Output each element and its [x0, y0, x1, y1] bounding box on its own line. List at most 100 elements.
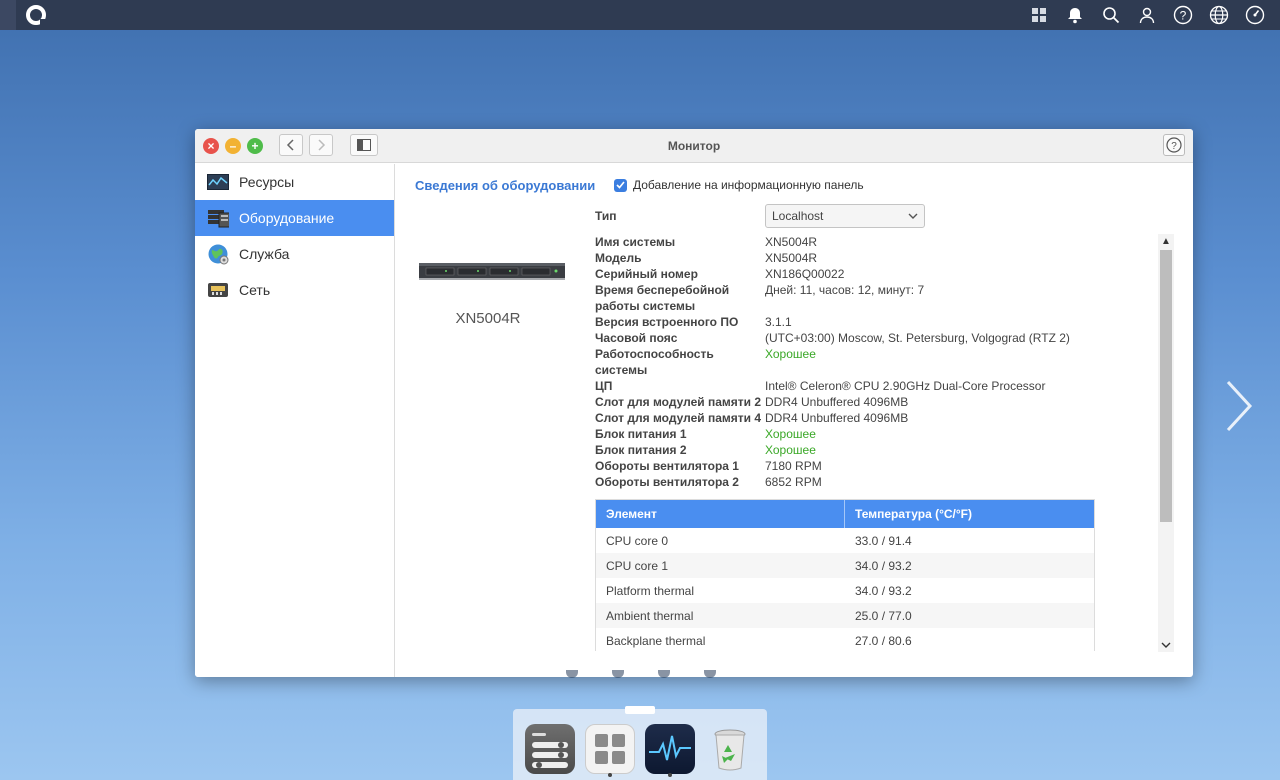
info-key: Время бесперебойной работы системы	[595, 282, 765, 314]
info-key-line: работы системы	[595, 299, 696, 313]
info-row: Имя системы XN5004R	[595, 234, 1155, 250]
info-key-line: ЦП	[595, 379, 613, 393]
sidebar-item-label: Сеть	[239, 282, 271, 298]
type-select[interactable]: Localhost	[765, 204, 925, 228]
help-icon[interactable]: ?	[1172, 4, 1194, 26]
window-titlebar[interactable]: × – + Монитор ?	[195, 129, 1193, 163]
type-row: Тип Localhost	[595, 204, 1155, 228]
search-icon[interactable]	[1100, 4, 1122, 26]
info-key-line: Работоспособность	[595, 347, 714, 361]
hardware-icon	[207, 208, 229, 228]
recycle-bin-icon[interactable]	[705, 724, 755, 774]
info-key-line: Имя системы	[595, 235, 676, 249]
info-row: ЦП Intel® Celeron® CPU 2.90GHz Dual-Core …	[595, 378, 1155, 394]
table-row[interactable]: CPU core 0 33.0 / 91.4	[596, 528, 1094, 553]
globe-icon[interactable]	[1208, 4, 1230, 26]
globe-service-icon	[207, 244, 229, 265]
dashboard-gauge-icon[interactable]	[1244, 4, 1266, 26]
temperature-cell: 34.0 / 93.2	[855, 558, 912, 573]
sidebar-item-label: Оборудование	[239, 210, 335, 226]
info-key: Имя системы	[595, 234, 765, 250]
info-key: Обороты вентилятора 2	[595, 474, 765, 490]
info-value: DDR4 Unbuffered 4096MB	[765, 411, 909, 425]
element-cell: Platform thermal	[606, 583, 695, 598]
info-value: Intel® Celeron® CPU 2.90GHz Dual-Core Pr…	[765, 379, 1046, 393]
sidebar: Ресурсы Оборудование Служба Сеть	[195, 164, 395, 677]
info-key: Блок питания 2	[595, 442, 765, 458]
column-header-temperature[interactable]: Температура (°C/°F)	[845, 507, 972, 521]
info-key-line: Версия встроенного ПО	[595, 315, 739, 329]
table-row[interactable]: CPU core 1 34.0 / 93.2	[596, 553, 1094, 578]
sidebar-item-resources[interactable]: Ресурсы	[195, 164, 394, 200]
element-cell: Backplane thermal	[606, 633, 706, 648]
info-row: Обороты вентилятора 2 6852 RPM	[595, 474, 1155, 490]
table-header: Элемент Температура (°C/°F)	[596, 500, 1094, 528]
user-icon[interactable]	[1136, 4, 1158, 26]
chevron-down-icon	[908, 213, 918, 219]
scrollbar-thumb[interactable]	[1160, 250, 1172, 522]
info-key: Обороты вентилятора 1	[595, 458, 765, 474]
temperature-cell: 33.0 / 91.4	[855, 533, 912, 548]
info-row: Серийный номер XN186Q00022	[595, 266, 1155, 282]
info-row: Слот для модулей памяти 2 DDR4 Unbuffered…	[595, 394, 1155, 410]
monitor-icon[interactable]	[645, 724, 695, 774]
rack-server-image	[419, 263, 565, 280]
temperature-cell: 27.0 / 80.6	[855, 633, 912, 648]
scroll-down-icon[interactable]	[1158, 638, 1174, 652]
info-key: Слот для модулей памяти 4	[595, 410, 765, 426]
type-select-value: Localhost	[772, 209, 824, 223]
chart-line-icon	[207, 172, 229, 192]
dock	[513, 706, 767, 780]
info-key: Работоспособность системы	[595, 346, 765, 378]
page-dot[interactable]	[658, 670, 670, 678]
info-row: Слот для модулей памяти 4 DDR4 Unbuffered…	[595, 410, 1155, 426]
info-key: ЦП	[595, 378, 765, 394]
scroll-up-icon[interactable]: ▲	[1158, 234, 1174, 248]
sidebar-item-hardware[interactable]: Оборудование	[195, 200, 394, 236]
table-row[interactable]: Platform thermal 34.0 / 93.2	[596, 578, 1094, 603]
info-key-line: Обороты вентилятора 1	[595, 459, 739, 473]
column-header-element[interactable]: Элемент	[596, 500, 845, 528]
network-icon	[207, 280, 229, 300]
element-cell: CPU core 0	[606, 533, 669, 548]
info-key: Серийный номер	[595, 266, 765, 282]
next-desktop-chevron-icon[interactable]	[1222, 378, 1254, 434]
dock-handle[interactable]	[625, 706, 655, 714]
control-panel-icon[interactable]	[525, 724, 575, 774]
page-dot[interactable]	[612, 670, 624, 678]
main-menu-logo-icon[interactable]	[26, 5, 47, 26]
info-row: Время бесперебойной работы системы Дней: 1…	[595, 282, 1155, 314]
content-scrollbar[interactable]: ▲	[1158, 234, 1174, 652]
status-value: Хорошее	[765, 427, 816, 441]
info-key: Версия встроенного ПО	[595, 314, 765, 330]
checkbox-checked-icon[interactable]	[614, 178, 627, 192]
info-key-line: Время бесперебойной	[595, 283, 730, 297]
page-dot[interactable]	[566, 670, 578, 678]
info-row: Обороты вентилятора 1 7180 RPM	[595, 458, 1155, 474]
info-key-line: Слот для модулей памяти 4	[595, 411, 762, 425]
temperature-cell: 25.0 / 77.0	[855, 608, 912, 623]
help-button[interactable]: ?	[1163, 134, 1185, 156]
element-cell: Ambient thermal	[606, 608, 694, 623]
table-row[interactable]: Ambient thermal 25.0 / 77.0	[596, 603, 1094, 628]
taskbar-icons: ?	[1028, 0, 1266, 30]
info-row: Работоспособность системы Хорошее	[595, 346, 1155, 378]
device-name: XN5004R	[455, 310, 521, 327]
info-row: Версия встроенного ПО 3.1.1	[595, 314, 1155, 330]
bell-icon[interactable]	[1064, 4, 1086, 26]
apps-grid-icon[interactable]	[1028, 4, 1050, 26]
status-value: Хорошее	[765, 443, 816, 457]
info-key: Часовой пояс	[595, 330, 765, 346]
page-dot[interactable]	[704, 670, 716, 678]
info-value: 6852 RPM	[765, 475, 822, 489]
sidebar-item-service[interactable]: Служба	[195, 236, 394, 272]
info-key-line: системы	[595, 363, 648, 377]
table-row[interactable]: Backplane thermal 27.0 / 80.6	[596, 628, 1094, 651]
info-key-line: Часовой пояс	[595, 331, 678, 345]
sidebar-item-network[interactable]: Сеть	[195, 272, 394, 308]
info-key: Блок питания 1	[595, 426, 765, 442]
info-key: Модель	[595, 250, 765, 266]
add-to-dashboard-checkbox[interactable]: Добавление на информационную панель	[614, 178, 864, 192]
app-center-icon[interactable]	[585, 724, 635, 774]
info-key-line: Обороты вентилятора 2	[595, 475, 739, 489]
